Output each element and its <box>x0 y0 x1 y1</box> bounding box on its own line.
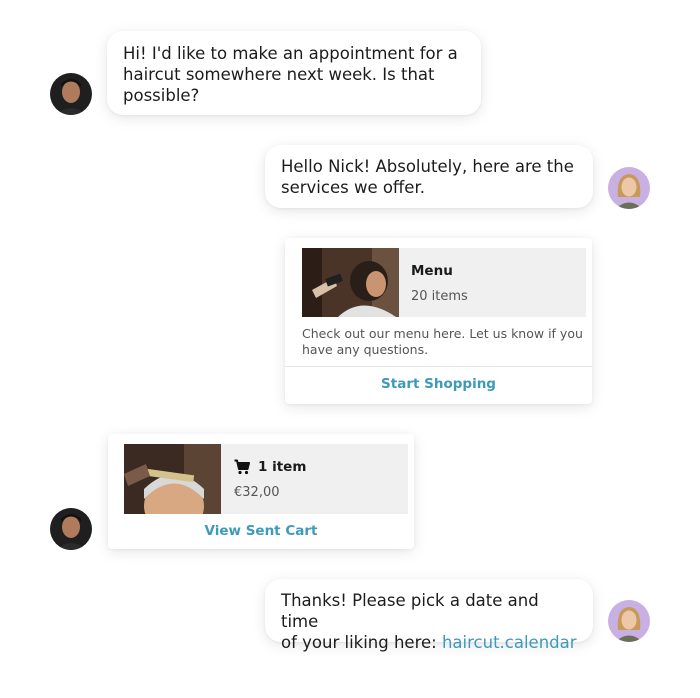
business-avatar <box>608 167 650 209</box>
customer-avatar <box>50 73 92 115</box>
cart-price: €32,00 <box>234 485 280 500</box>
business-avatar <box>608 600 650 642</box>
cart-card[interactable]: 1 item €32,00 View Sent Cart <box>108 434 414 549</box>
message-text-line: of your liking here: haircut.calendar <box>281 632 577 653</box>
cart-card-header: 1 item €32,00 <box>124 444 408 514</box>
calendar-link[interactable]: haircut.calendar <box>442 633 577 652</box>
menu-item-count: 20 items <box>411 289 468 304</box>
menu-card[interactable]: Menu 20 items Check out our menu here. L… <box>285 238 592 404</box>
menu-description-line: have any questions. <box>302 342 429 357</box>
message-text: of your liking here: <box>281 633 442 652</box>
cart-item-count: 1 item <box>258 459 307 475</box>
shopping-cart-icon <box>234 459 250 475</box>
view-sent-cart-button[interactable]: View Sent Cart <box>108 523 414 539</box>
business-message-2: Thanks! Please pick a date and time of y… <box>265 579 593 652</box>
card-divider <box>285 366 592 367</box>
message-text-line: possible? <box>123 86 200 105</box>
menu-description-line: Check out our menu here. Let us know if … <box>302 326 583 341</box>
message-text-line: Thanks! Please pick a date and time <box>281 591 539 631</box>
message-text-line: Hi! I'd like to make an appointment for … <box>123 44 458 63</box>
cart-thumbnail <box>124 444 221 514</box>
business-message-1: Hello Nick! Absolutely, here are the ser… <box>265 145 593 208</box>
menu-description: Check out our menu here. Let us know if … <box>302 326 587 358</box>
message-text-line: Hello Nick! Absolutely, here are the <box>281 157 574 176</box>
menu-title: Menu <box>411 263 453 279</box>
menu-thumbnail <box>302 248 399 317</box>
start-shopping-button[interactable]: Start Shopping <box>285 376 592 392</box>
customer-avatar <box>50 508 92 550</box>
customer-message-1: Hi! I'd like to make an appointment for … <box>107 31 481 115</box>
menu-card-header: Menu 20 items <box>302 248 586 317</box>
message-text-line: services we offer. <box>281 178 425 197</box>
message-text-line: haircut somewhere next week. Is that <box>123 65 435 84</box>
